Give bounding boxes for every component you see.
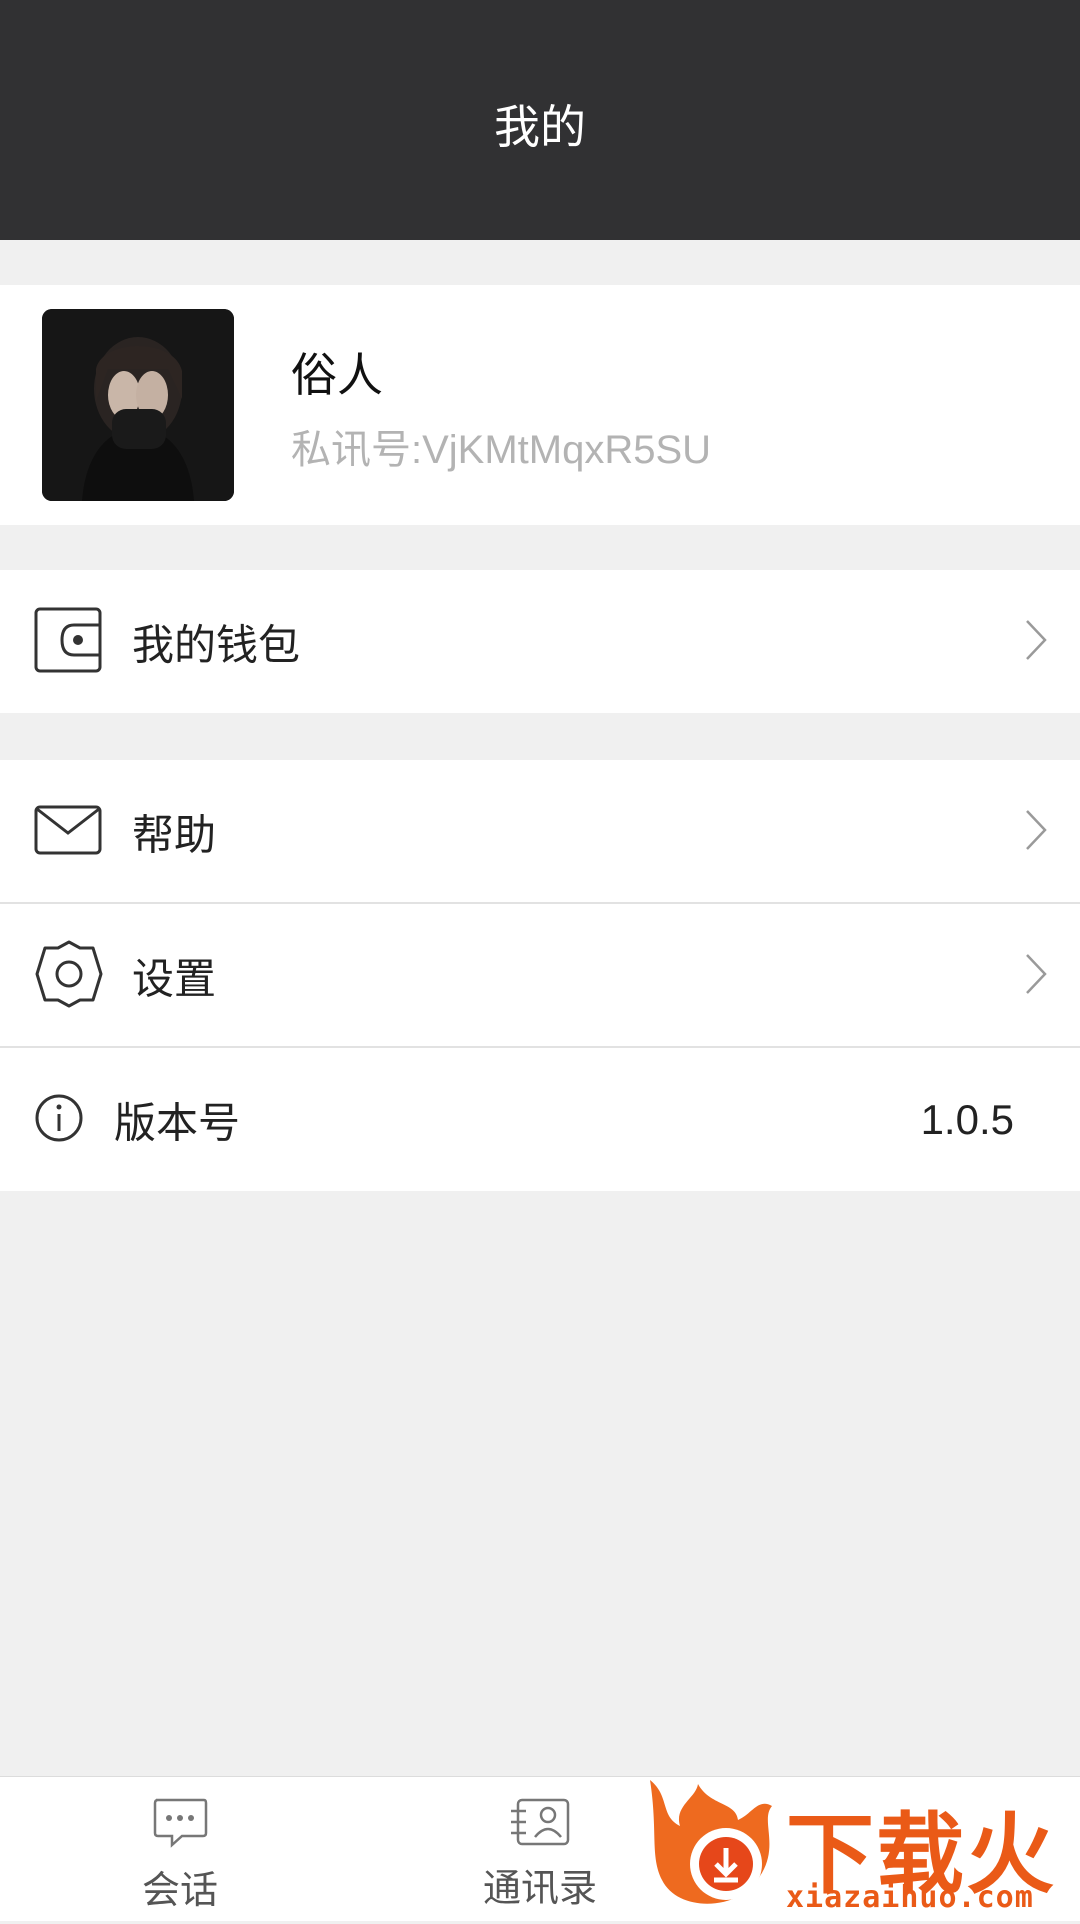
chevron-right-icon xyxy=(1024,808,1048,856)
menu-item-help[interactable]: 帮助 xyxy=(0,760,1080,903)
watermark-logo: 下载火 xiazaihuo.com xyxy=(636,1776,1080,1920)
info-icon xyxy=(34,1093,84,1147)
top-bar: 我的 xyxy=(0,0,1080,240)
wallet-icon xyxy=(34,607,102,677)
menu-item-label: 设置 xyxy=(132,954,217,1003)
profile-card[interactable]: 俗人 私讯号:VjKMtMqxR5SU xyxy=(0,285,1080,525)
flame-logo-icon xyxy=(640,1776,786,1924)
contacts-icon xyxy=(508,1798,572,1851)
menu-item-wallet[interactable]: 我的钱包 xyxy=(0,570,1080,713)
menu-item-version[interactable]: 版本号 1.0.5 xyxy=(0,1048,1080,1191)
chevron-right-icon xyxy=(1024,952,1048,1000)
chat-icon xyxy=(152,1798,208,1853)
mail-icon xyxy=(34,805,102,859)
tab-label: 通讯录 xyxy=(482,1866,597,1910)
profile-name: 俗人 xyxy=(291,348,383,402)
menu-item-label: 版本号 xyxy=(114,1098,241,1147)
version-number: 1.0.5 xyxy=(920,1095,1014,1143)
page-title: 我的 xyxy=(494,100,586,154)
tab-label: 会话 xyxy=(141,1868,218,1912)
chevron-right-icon xyxy=(1024,618,1048,666)
tab-contacts[interactable]: 通讯录 xyxy=(460,1797,620,1912)
gear-icon xyxy=(34,939,104,1013)
watermark-url: xiazaihuo.com xyxy=(786,1880,1034,1915)
avatar[interactable] xyxy=(42,309,234,501)
tab-chats[interactable]: 会话 xyxy=(100,1797,260,1914)
menu-item-settings[interactable]: 设置 xyxy=(0,904,1080,1047)
menu-item-label: 我的钱包 xyxy=(132,620,301,669)
profile-account-id: 私讯号:VjKMtMqxR5SU xyxy=(291,428,712,472)
menu-item-label: 帮助 xyxy=(132,810,217,859)
